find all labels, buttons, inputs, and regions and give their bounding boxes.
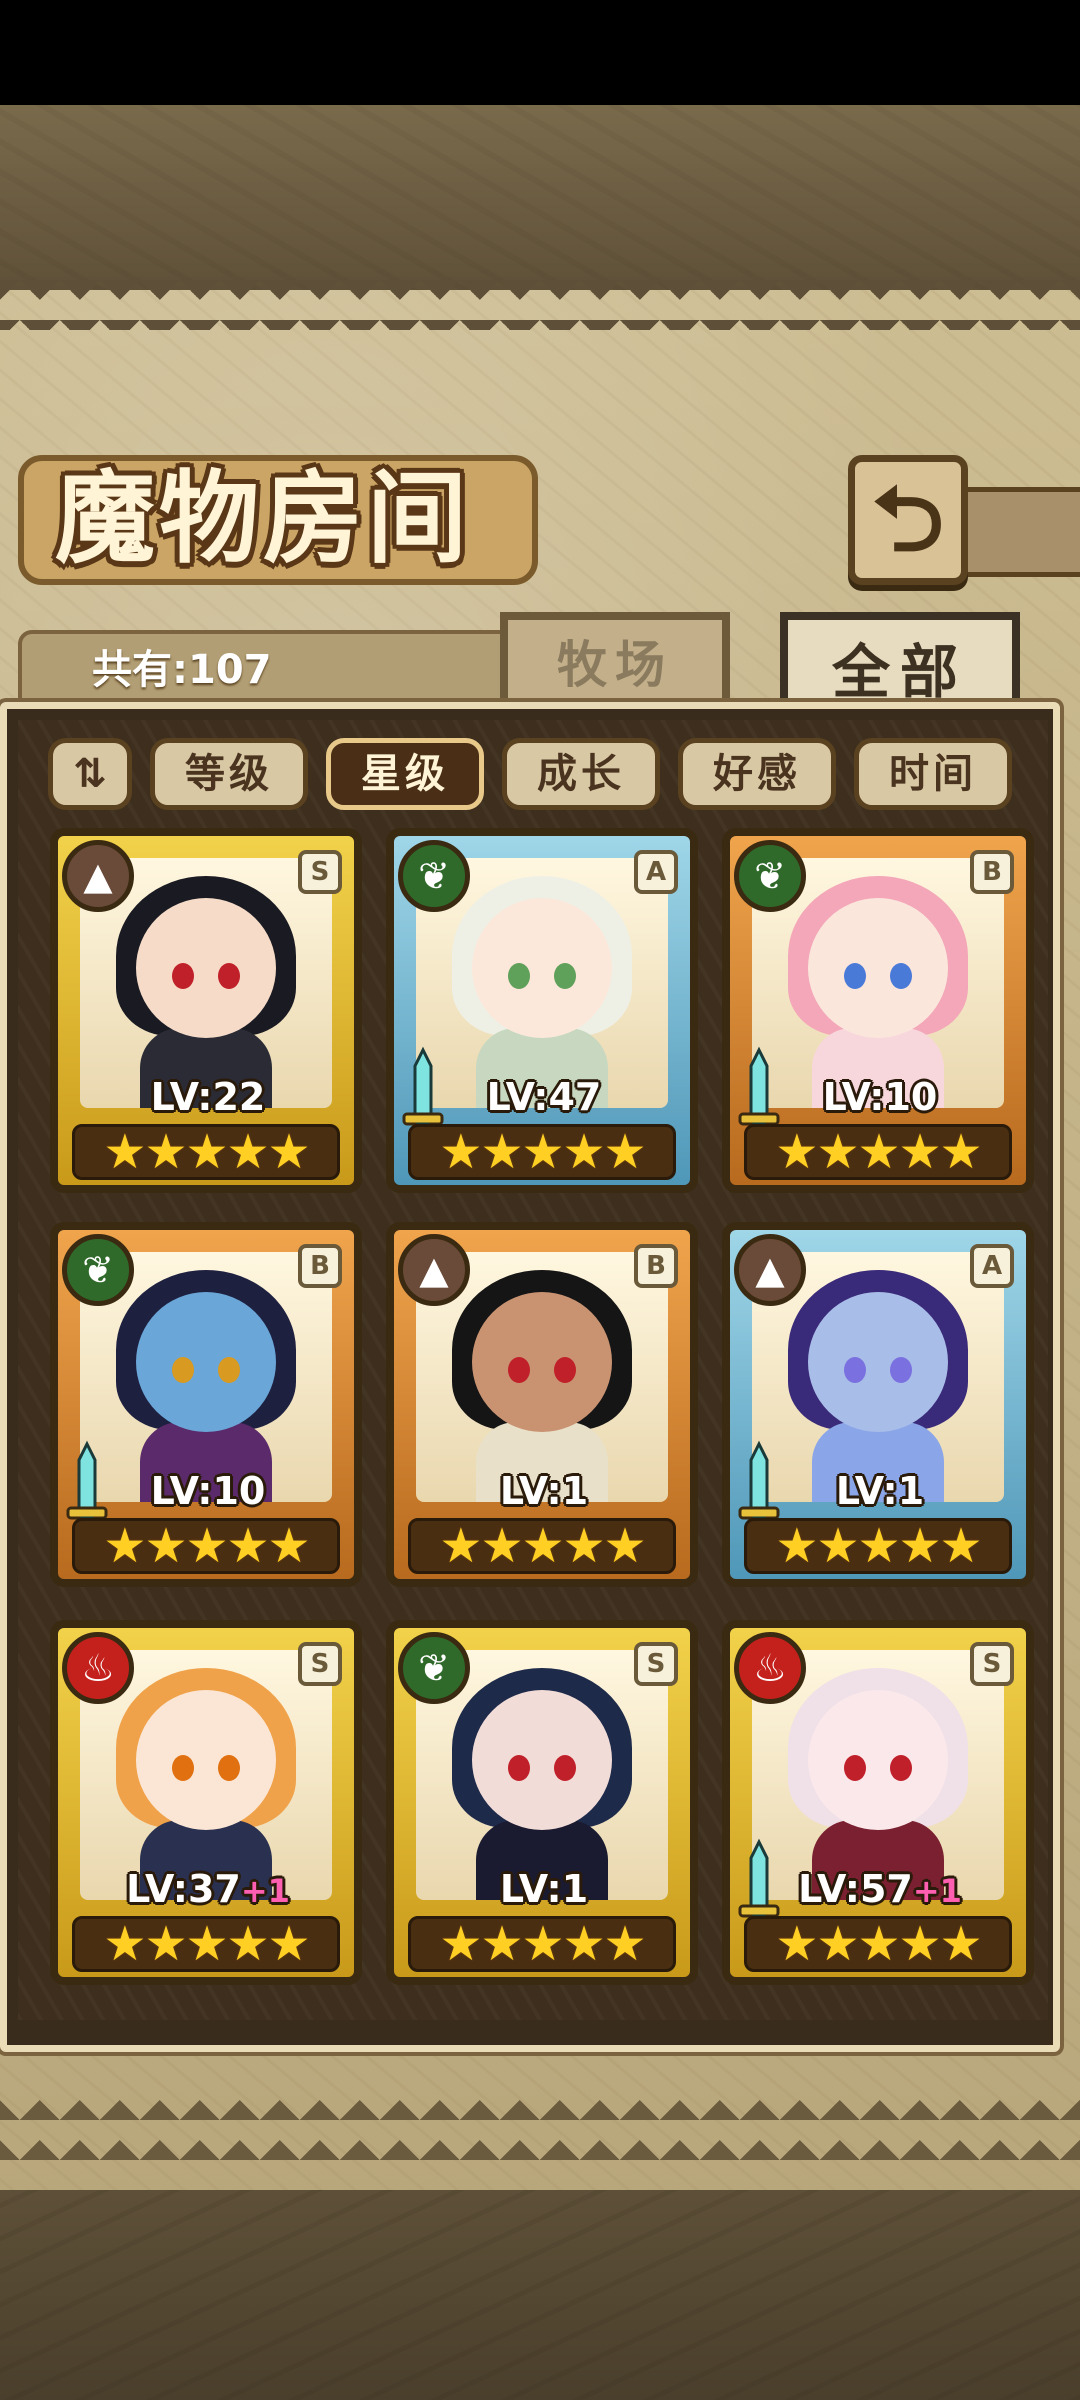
element-earth-icon: ▲ [398,1234,470,1306]
element-leaf-icon: ❦ [62,1234,134,1306]
monster-card[interactable]: ▲ S LV:22 ★★★★★ [50,828,362,1193]
star-rating: ★★★★★ [744,1518,1012,1574]
level-value: LV:57 [798,1867,913,1911]
star-rating: ★★★★★ [408,1124,676,1180]
level-value: LV:1 [499,1469,589,1513]
monster-level: LV:47 [434,1074,654,1120]
grade-badge: S [298,850,342,894]
level-value: LV:47 [486,1075,602,1119]
status-bar [0,0,1080,105]
monster-card[interactable]: ❦ B LV:10 ★★★★★ [50,1222,362,1587]
sort-button-stars[interactable]: 星级 [326,738,484,810]
monster-card[interactable]: ▲ A LV:1 ★★★★★ [722,1222,1034,1587]
grade-badge: S [970,1642,1014,1686]
monster-level: LV:57+1 [770,1866,990,1912]
sort-button-label: 成长 [537,751,625,797]
star-rating: ★★★★★ [72,1916,340,1972]
monster-card[interactable]: ❦ B LV:10 ★★★★★ [722,828,1034,1193]
sort-button-level[interactable]: 等级 [150,738,308,810]
monster-card[interactable]: ❦ A LV:47 ★★★★★ [386,828,698,1193]
grade-badge: A [970,1244,1014,1288]
grade-badge: S [634,1642,678,1686]
back-button-rail [960,487,1080,577]
star-rating: ★★★★★ [408,1916,676,1972]
monster-level: LV:1 [434,1866,654,1912]
star-rating: ★★★★★ [408,1518,676,1574]
sort-button-time[interactable]: 时间 [854,738,1012,810]
sort-button-label: 星级 [361,751,449,797]
monster-card[interactable]: ♨ S LV:37+1 ★★★★★ [50,1620,362,1985]
grade-badge: S [298,1642,342,1686]
monster-level: LV:1 [770,1468,990,1514]
sort-button-affection[interactable]: 好感 [678,738,836,810]
map-background-top [0,105,1080,295]
monster-card[interactable]: ♨ S LV:57+1 ★★★★★ [722,1620,1034,1985]
panel-torn-edge-bottom [0,2100,1080,2160]
sort-button-growth[interactable]: 成长 [502,738,660,810]
element-fire-icon: ♨ [734,1632,806,1704]
monster-count: 共有:107 [92,647,272,693]
back-button[interactable]: ⮌ [848,455,968,585]
tab-ranch[interactable]: 牧场 [500,612,730,707]
sort-button-label: 时间 [889,751,977,797]
monster-level: LV:10 [98,1468,318,1514]
level-value: LV:1 [499,1867,589,1911]
element-leaf-icon: ❦ [734,840,806,912]
level-value: LV:22 [150,1075,266,1119]
sort-order-toggle[interactable]: ⇅ [48,738,132,810]
level-value: LV:10 [822,1075,938,1119]
monster-level: LV:22 [98,1074,318,1120]
panel-torn-edge-top [0,280,1080,330]
sort-order-icon: ⇅ [73,751,107,797]
level-value: LV:10 [150,1469,266,1513]
monster-level: LV:1 [434,1468,654,1514]
element-earth-icon: ▲ [62,840,134,912]
element-leaf-icon: ❦ [398,1632,470,1704]
monster-card[interactable]: ❦ S LV:1 ★★★★★ [386,1620,698,1985]
level-bonus: +1 [240,1872,290,1910]
level-bonus: +1 [912,1872,962,1910]
grade-badge: B [970,850,1014,894]
grade-badge: B [298,1244,342,1288]
star-rating: ★★★★★ [744,1916,1012,1972]
element-earth-icon: ▲ [734,1234,806,1306]
monster-card[interactable]: ▲ B LV:1 ★★★★★ [386,1222,698,1587]
back-arrow-icon: ⮌ [871,467,945,572]
sort-button-label: 好感 [713,751,801,797]
grade-badge: A [634,850,678,894]
page-title: 魔物房间 [55,459,471,577]
level-value: LV:37 [126,1867,241,1911]
tab-ranch-label: 牧场 [557,635,673,694]
monster-level: LV:37+1 [98,1866,318,1912]
star-rating: ★★★★★ [744,1124,1012,1180]
grade-badge: B [634,1244,678,1288]
element-leaf-icon: ❦ [398,840,470,912]
element-fire-icon: ♨ [62,1632,134,1704]
map-background-bottom [0,2190,1080,2400]
level-value: LV:1 [835,1469,925,1513]
monster-level: LV:10 [770,1074,990,1120]
sort-button-label: 等级 [185,751,273,797]
star-rating: ★★★★★ [72,1124,340,1180]
star-rating: ★★★★★ [72,1518,340,1574]
